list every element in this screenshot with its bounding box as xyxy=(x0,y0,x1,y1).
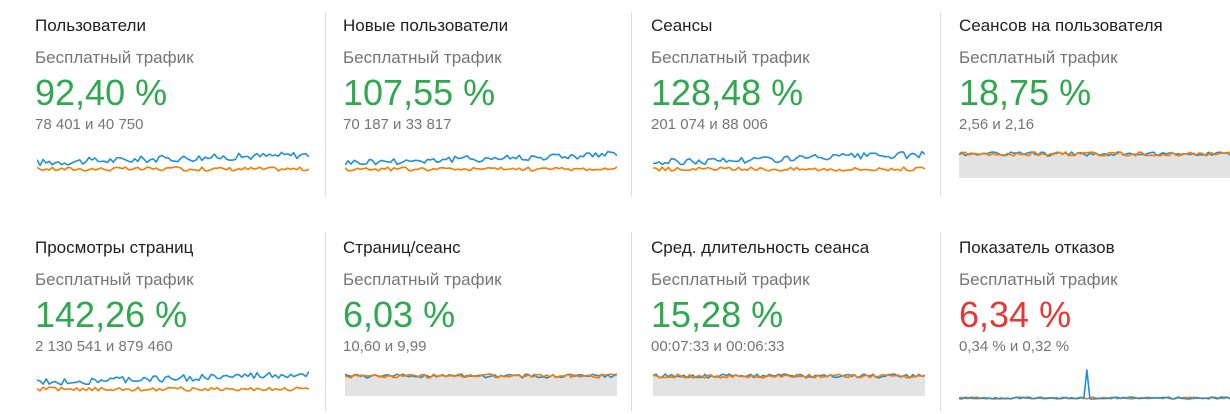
metric-card-pageviews[interactable]: Просмотры страниц Бесплатный трафик 142,… xyxy=(35,238,315,356)
segment-label: Бесплатный трафик xyxy=(35,48,194,67)
metric-title: Показатель отказов xyxy=(959,238,1115,257)
sparkline-chart xyxy=(653,373,925,396)
segment-label: Бесплатный трафик xyxy=(35,270,194,289)
metric-card-bounce-rate[interactable]: Показатель отказов Бесплатный трафик 6,3… xyxy=(959,238,1230,356)
change-percent: 6,34 % xyxy=(959,294,1072,335)
comparison-values: 2,56 и 2,16 xyxy=(959,116,1035,133)
segment-label: Бесплатный трафик xyxy=(959,48,1118,67)
sparkline-chart xyxy=(653,150,925,172)
metric-card-users[interactable]: Пользователи Бесплатный трафик 92,40 % 7… xyxy=(35,16,315,134)
metric-title: Сеансов на пользователя xyxy=(959,16,1163,35)
metric-title: Сеансы xyxy=(651,16,713,35)
change-percent: 142,26 % xyxy=(35,294,188,335)
change-percent: 107,55 % xyxy=(343,72,496,113)
metric-card-avg-session-duration[interactable]: Сред. длительность сеанса Бесплатный тра… xyxy=(651,238,931,356)
comparison-values: 10,60 и 9,99 xyxy=(343,338,427,355)
comparison-values: 2 130 541 и 879 460 xyxy=(35,338,173,355)
metric-card-sessions-per-user[interactable]: Сеансов на пользователя Бесплатный трафи… xyxy=(959,16,1230,134)
metric-card-sessions[interactable]: Сеансы Бесплатный трафик 128,48 % 201 07… xyxy=(651,16,931,134)
segment-label: Бесплатный трафик xyxy=(343,48,502,67)
column-divider xyxy=(631,12,632,197)
comparison-values: 70 187 и 33 817 xyxy=(343,116,452,133)
metric-title: Новые пользователи xyxy=(343,16,509,35)
metric-title: Сред. длительность сеанса xyxy=(651,238,870,257)
segment-label: Бесплатный трафик xyxy=(651,270,810,289)
comparison-values: 00:07:33 и 00:06:33 xyxy=(651,338,785,355)
sparkline-chart xyxy=(37,371,309,392)
column-divider xyxy=(325,12,326,197)
column-divider xyxy=(940,232,941,412)
sparkline-chart xyxy=(959,369,1230,400)
change-percent: 15,28 % xyxy=(651,294,784,335)
segment-label: Бесплатный трафик xyxy=(343,270,502,289)
sparkline-chart xyxy=(345,373,617,396)
change-percent: 92,40 % xyxy=(35,72,168,113)
change-percent: 128,48 % xyxy=(651,72,804,113)
sparkline-chart xyxy=(959,151,1230,178)
metric-card-new-users[interactable]: Новые пользователи Бесплатный трафик 107… xyxy=(343,16,623,134)
column-divider xyxy=(325,232,326,412)
comparison-values: 201 074 и 88 006 xyxy=(651,116,768,133)
column-divider xyxy=(940,12,941,197)
sparkline-chart xyxy=(37,151,309,172)
metric-title: Страниц/сеанс xyxy=(343,238,461,257)
change-percent: 6,03 % xyxy=(343,294,456,335)
column-divider xyxy=(631,232,632,412)
metric-title: Пользователи xyxy=(35,16,146,35)
sparkline-chart xyxy=(345,150,617,172)
segment-label: Бесплатный трафик xyxy=(959,270,1118,289)
metric-title: Просмотры страниц xyxy=(35,238,194,257)
metrics-grid: Пользователи Бесплатный трафик 92,40 % 7… xyxy=(0,0,1230,414)
segment-label: Бесплатный трафик xyxy=(651,48,810,67)
comparison-values: 78 401 и 40 750 xyxy=(35,116,144,133)
change-percent: 18,75 % xyxy=(959,72,1092,113)
metric-card-pages-per-session[interactable]: Страниц/сеанс Бесплатный трафик 6,03 % 1… xyxy=(343,238,623,356)
comparison-values: 0,34 % и 0,32 % xyxy=(959,338,1070,355)
